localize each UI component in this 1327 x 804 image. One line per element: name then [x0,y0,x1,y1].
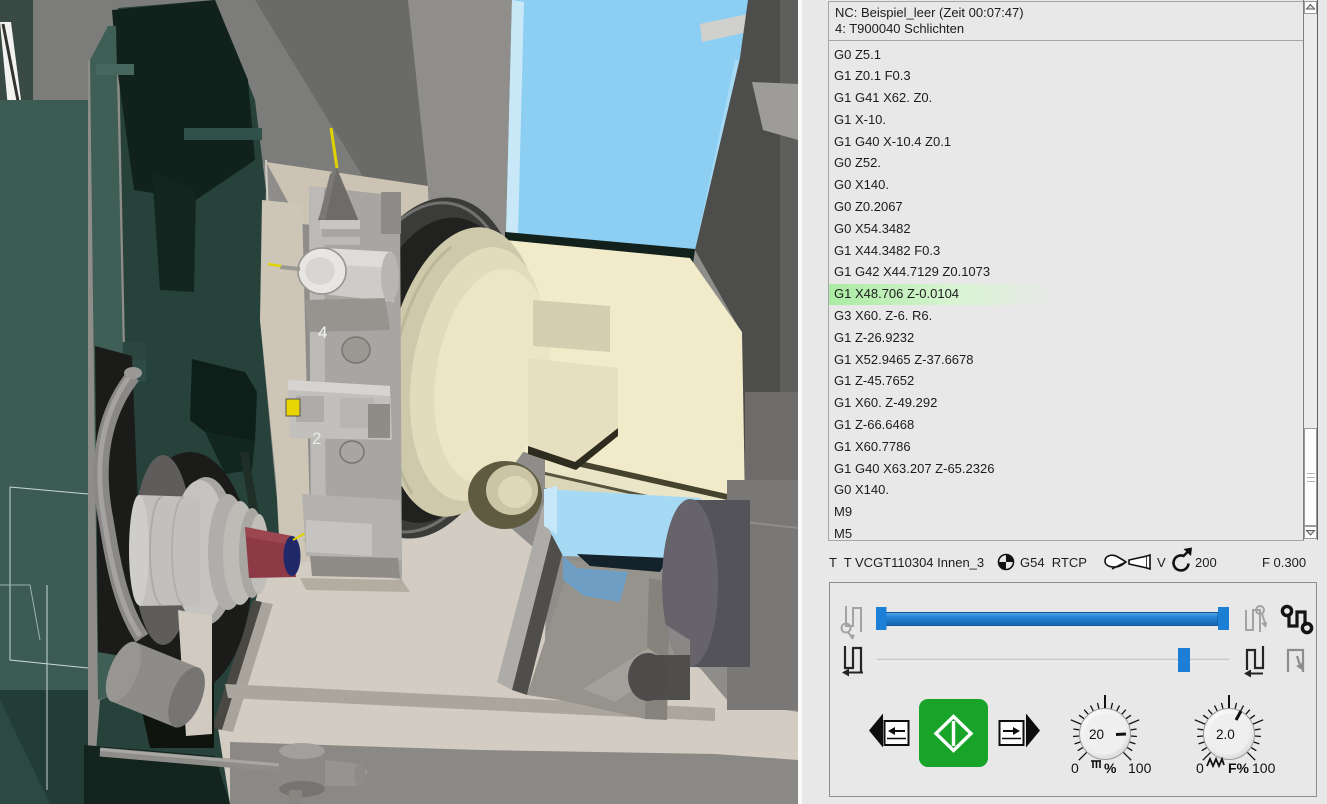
svg-text:0: 0 [1196,760,1204,776]
svg-text:2.0: 2.0 [1216,727,1235,742]
svg-text:20: 20 [1089,727,1104,742]
svg-text:%: % [1104,760,1117,776]
svg-text:100: 100 [1252,760,1276,776]
svg-text:100: 100 [1128,760,1152,776]
svg-text:0: 0 [1071,760,1079,776]
svg-text:F%: F% [1228,760,1250,776]
